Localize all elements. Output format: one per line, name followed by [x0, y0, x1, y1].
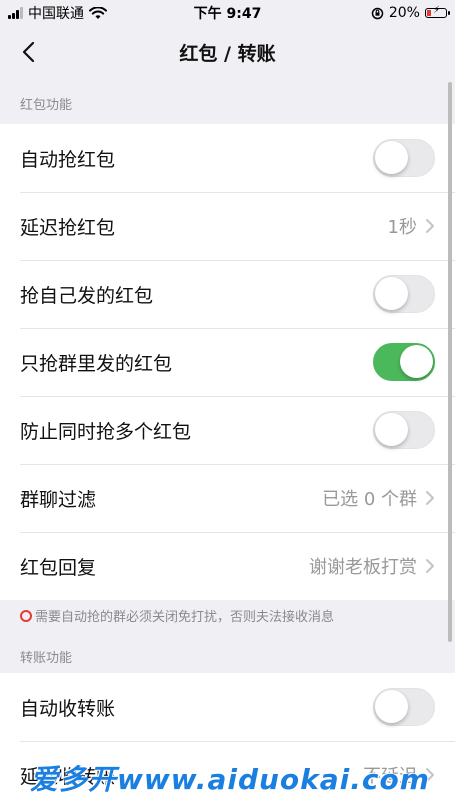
status-bar: 中国联通 下午 9:47 20% ⚡: [0, 0, 455, 26]
chevron-right-icon: [426, 491, 434, 505]
row-label: 自动收转账: [20, 697, 116, 720]
group-filter-row[interactable]: 群聊过滤 已选 0 个群: [0, 464, 455, 532]
prevent-multiple-row[interactable]: 防止同时抢多个红包: [0, 396, 455, 464]
delay-grab-row[interactable]: 延迟抢红包 1秒: [0, 192, 455, 260]
section-header-transfer: 转账功能: [20, 651, 73, 666]
navigation-bar: 红包 / 转账: [0, 26, 455, 78]
wifi-icon: [89, 6, 107, 19]
chevron-right-icon: [426, 559, 434, 573]
auto-receive-transfer-toggle[interactable]: [373, 688, 435, 726]
watermark: 爱多开www.aiduokai.com: [30, 763, 430, 796]
grab-own-row[interactable]: 抢自己发的红包: [0, 260, 455, 328]
clock: 下午 9:47: [193, 6, 262, 22]
row-label: 抢自己发的红包: [20, 284, 154, 307]
delay-value: 1秒: [387, 217, 417, 238]
orientation-lock-icon: [371, 7, 384, 19]
carrier-name: 中国联通: [28, 6, 84, 22]
scrollbar[interactable]: [448, 82, 452, 642]
red-packet-settings-group: 自动抢红包 延迟抢红包 1秒 抢自己发的红包 只抢群里发的红包 防止同时抢多个红…: [0, 124, 455, 600]
notice-text: 需要自动抢的群必须关闭免打扰，否则夫法接收消息: [35, 610, 335, 625]
battery-icon: ⚡: [424, 6, 450, 18]
auto-grab-toggle[interactable]: [373, 139, 435, 177]
auto-reply-row[interactable]: 红包回复 谢谢老板打赏: [0, 532, 455, 600]
notice: 需要自动抢的群必须关闭免打扰，否则夫法接收消息: [20, 606, 334, 625]
auto-grab-row[interactable]: 自动抢红包: [0, 124, 455, 192]
back-arrow-icon: [22, 41, 35, 63]
row-label: 延迟抢红包: [20, 216, 116, 239]
signal-icon: [8, 7, 23, 19]
row-label: 群聊过滤: [20, 488, 97, 511]
back-button[interactable]: [16, 38, 40, 66]
row-label: 红包回复: [20, 556, 97, 579]
row-label: 防止同时抢多个红包: [20, 420, 192, 443]
group-filter-value: 已选 0 个群: [322, 489, 417, 510]
prevent-multiple-toggle[interactable]: [373, 411, 435, 449]
group-only-row[interactable]: 只抢群里发的红包: [0, 328, 455, 396]
row-label: 只抢群里发的红包: [20, 352, 173, 375]
battery-percent: 20%: [388, 5, 420, 21]
chevron-right-icon: [426, 219, 434, 233]
group-only-toggle[interactable]: [373, 343, 435, 381]
grab-own-toggle[interactable]: [373, 275, 435, 313]
page-title: 红包 / 转账: [179, 42, 276, 65]
warning-circle-icon: [20, 609, 32, 622]
auto-reply-value: 谢谢老板打赏: [309, 557, 417, 578]
section-header-red-packet: 红包功能: [20, 98, 73, 113]
auto-receive-transfer-row[interactable]: 自动收转账: [0, 673, 455, 741]
row-label: 自动抢红包: [20, 148, 116, 171]
